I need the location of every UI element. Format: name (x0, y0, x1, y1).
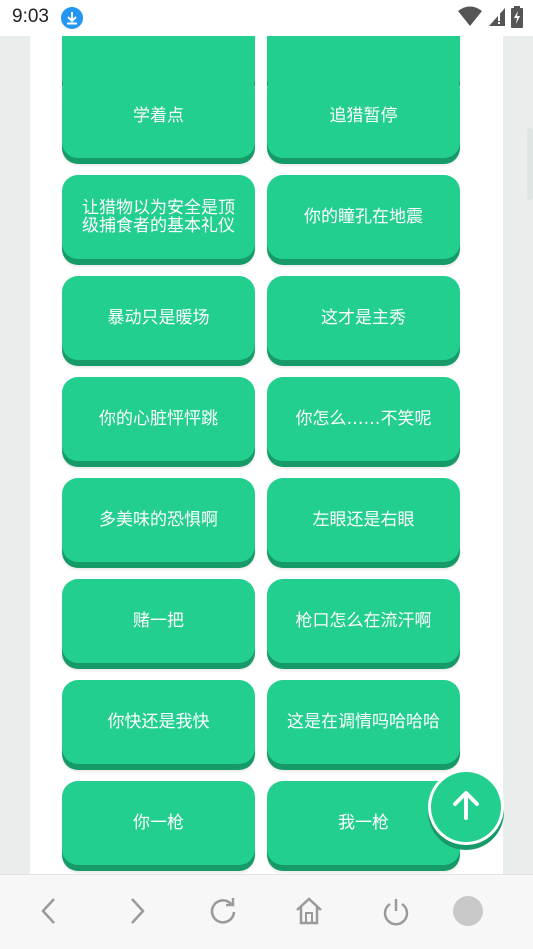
download-icon (61, 7, 83, 29)
home-icon (294, 896, 324, 930)
phrase-button[interactable]: 你的瞳孔在地震 (267, 175, 460, 259)
arrow-up-icon (449, 788, 483, 826)
status-icons (457, 6, 523, 32)
scroll-top-button[interactable] (431, 772, 501, 842)
wifi-icon (457, 6, 483, 32)
phrase-button[interactable]: 枪口怎么在流汗啊 (267, 579, 460, 663)
menu-button[interactable] (450, 895, 486, 931)
phrase-button[interactable]: 暴动只是暖场 (62, 276, 255, 360)
phrase-button[interactable]: 这是在调情吗哈哈哈 (267, 680, 460, 764)
phrase-button[interactable]: 这才是主秀 (267, 276, 460, 360)
signal-icon (487, 6, 507, 32)
menu-circle-icon (452, 895, 484, 931)
phrase-button[interactable]: 左眼还是右眼 (267, 478, 460, 562)
refresh-button[interactable] (205, 895, 241, 931)
phrase-button[interactable]: 让猎物以为安全是顶级捕食者的基本礼仪 (62, 175, 255, 259)
phrase-button[interactable]: 你一枪 (62, 781, 255, 865)
forward-button[interactable] (118, 895, 154, 931)
phrase-button[interactable]: 你快还是我快 (62, 680, 255, 764)
forward-icon (124, 896, 148, 930)
phrase-button[interactable]: 你的心脏怦怦跳 (62, 377, 255, 461)
refresh-icon (208, 896, 238, 930)
back-button[interactable] (32, 895, 68, 931)
phrase-button[interactable]: 追猎暂停 (267, 74, 460, 158)
power-icon (381, 896, 411, 930)
phrase-button[interactable]: 我一枪 (267, 781, 460, 865)
phrase-button[interactable]: 学着点 (62, 74, 255, 158)
battery-icon (511, 6, 523, 32)
status-bar: 9:03 (0, 0, 533, 36)
home-button[interactable] (291, 895, 327, 931)
phrase-button[interactable]: 多美味的恐惧啊 (62, 478, 255, 562)
content-area[interactable]: 学着点 追猎暂停 让猎物以为安全是顶级捕食者的基本礼仪 你的瞳孔在地震 暴动只是… (0, 36, 533, 874)
power-button[interactable] (378, 895, 414, 931)
browser-nav-bar (0, 874, 533, 949)
scrollbar[interactable] (527, 128, 533, 200)
phrase-button[interactable]: 你怎么……不笑呢 (267, 377, 460, 461)
phrase-button[interactable]: 赌一把 (62, 579, 255, 663)
status-time: 9:03 (12, 6, 49, 27)
back-icon (38, 896, 62, 930)
